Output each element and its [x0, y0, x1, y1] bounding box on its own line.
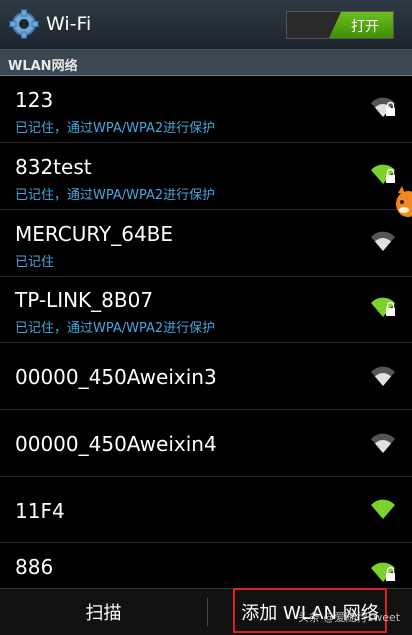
- network-item-tp-link[interactable]: TP-LINK_8B07 已记住，通过WPA/WPA2进行保护: [0, 277, 412, 343]
- network-ssid: MERCURY_64BE: [15, 222, 174, 246]
- wifi-signal-locked-icon: [371, 97, 395, 117]
- floating-fox-widget-icon[interactable]: [394, 184, 412, 220]
- network-status: 已记住，通过WPA/WPA2进行保护: [15, 188, 216, 203]
- wifi-signal-locked-icon: [371, 562, 395, 582]
- title-bar: Wi-Fi 打开: [0, 0, 412, 50]
- wifi-signal-icon: [371, 433, 395, 453]
- network-ssid: TP-LINK_8B07: [15, 288, 154, 312]
- wifi-signal-locked-icon: [371, 297, 395, 317]
- settings-gear-icon[interactable]: [9, 9, 39, 39]
- network-item-123[interactable]: 123 已记住，通过WPA/WPA2进行保护: [0, 76, 412, 143]
- toggle-on-state: 打开: [329, 12, 393, 38]
- network-status: 已记住，通过WPA/WPA2进行保护: [15, 321, 216, 336]
- network-ssid: 123: [15, 88, 54, 112]
- network-ssid: 00000_450Aweixin4: [15, 432, 217, 456]
- page-title: Wi-Fi: [46, 13, 92, 35]
- network-item-886[interactable]: 886: [0, 543, 412, 588]
- wifi-signal-icon: [371, 366, 395, 386]
- section-header: WLAN网络: [0, 50, 412, 76]
- watermark-text: 头条 @爱随行sweet: [298, 611, 401, 624]
- network-item-832test[interactable]: 832test 已记住，通过WPA/WPA2进行保护: [0, 143, 412, 210]
- network-item-weixin4[interactable]: 00000_450Aweixin4: [0, 410, 412, 477]
- section-label: WLAN网络: [8, 59, 78, 74]
- button-divider: [207, 598, 208, 626]
- scan-button-label: 扫描: [85, 603, 122, 624]
- network-ssid: 11F4: [15, 499, 65, 523]
- wifi-signal-locked-icon: [371, 164, 395, 184]
- scan-button[interactable]: 扫描: [0, 589, 207, 635]
- network-ssid: 832test: [15, 155, 92, 179]
- network-ssid: 00000_450Aweixin3: [15, 365, 217, 389]
- wifi-signal-icon: [371, 499, 395, 519]
- network-status: 已记住: [15, 255, 55, 270]
- network-ssid: 886: [15, 555, 54, 579]
- network-item-mercury[interactable]: MERCURY_64BE 已记住: [0, 210, 412, 277]
- toggle-label: 打开: [351, 19, 379, 35]
- wifi-toggle[interactable]: 打开: [286, 11, 394, 39]
- network-status: 已记住，通过WPA/WPA2进行保护: [15, 121, 216, 136]
- network-item-weixin3[interactable]: 00000_450Aweixin3: [0, 343, 412, 410]
- wifi-signal-icon: [371, 231, 395, 251]
- network-item-11f4[interactable]: 11F4: [0, 477, 412, 543]
